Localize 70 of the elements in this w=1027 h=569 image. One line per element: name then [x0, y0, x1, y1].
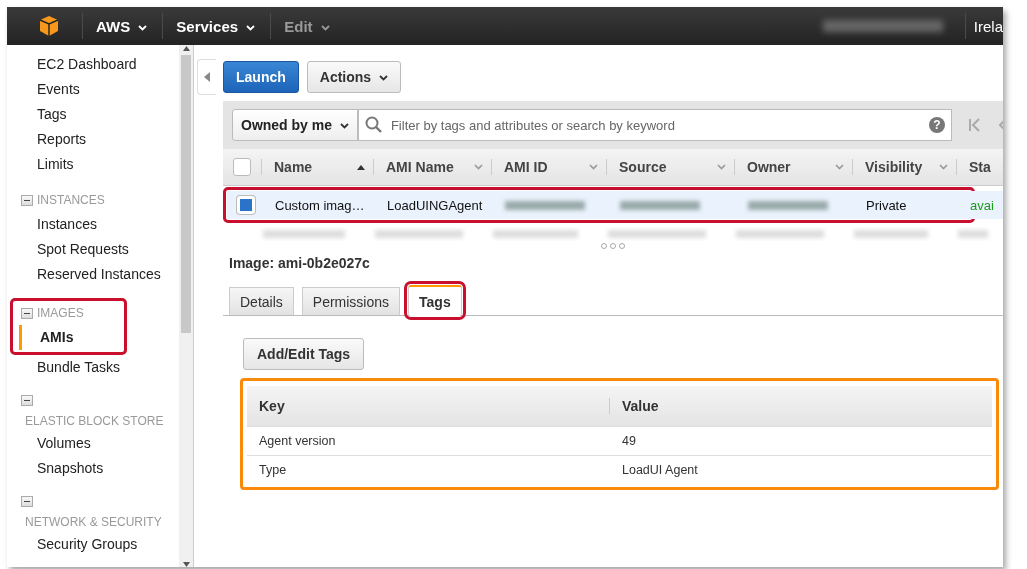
nav-item[interactable]: Reserved Instances [7, 262, 179, 287]
cube-logo-icon[interactable] [38, 15, 60, 37]
collapse-icon[interactable] [21, 194, 33, 206]
column-header[interactable]: Source [619, 159, 667, 175]
column-header[interactable]: AMI Name [386, 159, 454, 175]
nav-item[interactable]: Reports [7, 127, 179, 152]
column-header: Value [609, 398, 971, 414]
sort-ascending-icon[interactable] [357, 164, 365, 170]
collapse-icon[interactable] [21, 394, 33, 406]
first-page-icon[interactable] [967, 117, 982, 133]
collapse-icon[interactable] [21, 495, 33, 507]
caret-icon[interactable] [589, 164, 598, 170]
nav-item[interactable]: Volumes [7, 431, 179, 456]
section-header: INSTANCES [37, 193, 105, 207]
caret-icon [320, 24, 330, 31]
nav-item[interactable]: Tags [7, 102, 179, 127]
help-icon[interactable]: ? [928, 117, 945, 133]
region-menu[interactable]: Irela [965, 17, 1003, 35]
nav-item[interactable]: Bundle Tasks [7, 355, 179, 380]
table-row[interactable]: Custom imag… LoadUINGAgent Private avai [227, 191, 1003, 219]
add-edit-tags-button[interactable]: Add/Edit Tags [243, 338, 365, 370]
nav-menu[interactable]: AWS [83, 17, 163, 35]
owner-filter-dropdown[interactable]: Owned by me [232, 109, 358, 141]
tab[interactable]: Permissions [301, 287, 401, 315]
table-cell-text: 49 [621, 434, 637, 448]
select-all-checkbox[interactable] [233, 158, 251, 176]
nav-item[interactable]: Spot Requests [7, 237, 179, 262]
caret-icon[interactable] [939, 164, 948, 170]
table-cell-text: Type [258, 463, 288, 477]
column-header[interactable]: AMI ID [504, 159, 548, 175]
table-cell-text: LoadUI Agent [621, 463, 699, 477]
caret-icon [339, 123, 349, 130]
collapse-icon[interactable] [21, 307, 33, 319]
nav-item[interactable]: Snapshots [7, 456, 179, 481]
row-checkbox[interactable] [237, 196, 255, 214]
search-icon [364, 116, 383, 134]
nav-item[interactable]: Events [7, 77, 179, 102]
table-cell: LoadUINGAgent [387, 197, 483, 213]
section-header: NETWORK & SECURITY [24, 514, 163, 531]
caret-icon[interactable] [474, 164, 483, 170]
scroll-down-icon[interactable] [182, 562, 190, 567]
table-cell: Custom imag… [275, 197, 365, 213]
collapse-sidebar-button[interactable] [197, 59, 216, 95]
nav-item[interactable]: Instances [7, 212, 179, 237]
nav-item[interactable]: Limits [7, 152, 179, 177]
column-header: Key [258, 398, 286, 414]
caret-icon [379, 75, 388, 82]
section-header: ELASTIC BLOCK STORE [24, 413, 165, 430]
table-cell: Private [866, 197, 907, 213]
caret-icon [138, 24, 148, 31]
caret-icon[interactable] [717, 164, 726, 170]
caret-icon [246, 24, 256, 31]
table-cell-text: Agent version [258, 434, 337, 448]
section-header: IMAGES [37, 306, 84, 320]
scrollbar[interactable] [179, 45, 193, 567]
column-header[interactable]: Name [274, 159, 313, 175]
tab[interactable]: Details [229, 287, 294, 315]
search-field[interactable]: Filter by tags and attributes or search by keyword ? [357, 109, 952, 141]
detail-title: Image: ami-0b2e027c [229, 255, 371, 273]
launch-button[interactable]: Launch [223, 61, 299, 93]
caret-icon[interactable] [835, 164, 844, 170]
column-header[interactable]: Sta [969, 159, 991, 175]
actions-button[interactable]: Actions [306, 61, 401, 93]
nav-item[interactable]: Security Groups [7, 532, 179, 557]
nav-item[interactable]: AMIs [19, 325, 124, 350]
column-header[interactable]: Owner [747, 159, 791, 175]
nav-menu[interactable]: Services [163, 17, 271, 35]
nav-item[interactable]: EC2 Dashboard [7, 52, 179, 77]
column-header[interactable]: Visibility [865, 159, 923, 175]
status-cell: avai [970, 197, 994, 213]
